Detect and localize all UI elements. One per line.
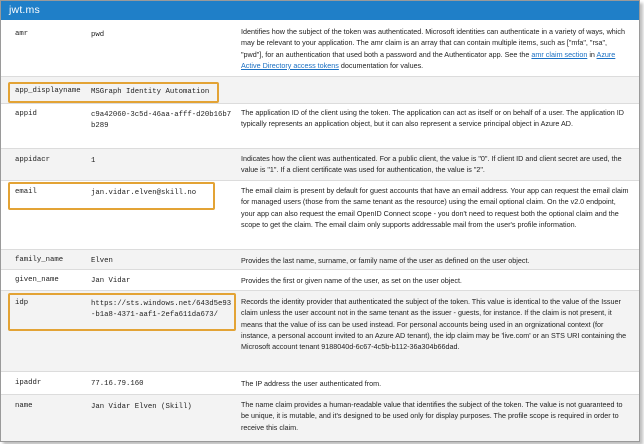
claim-value: 1 (91, 157, 96, 165)
amr-claim-section-link[interactable]: amr claim section (531, 50, 587, 59)
brand-logo-text[interactable]: jwt.ms (9, 4, 40, 16)
claim-value: https://sts.windows.net/643d5e93-b1a8-43… (91, 300, 232, 320)
claim-name: family_name (15, 256, 64, 264)
claim-description: The email claim is present by default fo… (241, 186, 629, 229)
claim-value: jan.vidar.elven@skill.no (91, 189, 197, 197)
claim-name: name (15, 402, 33, 410)
claim-row-idp: idp https://sts.windows.net/643d5e93-b1a… (1, 291, 639, 372)
claim-description: Indicates how the client was authenticat… (241, 154, 622, 175)
claim-row-ipaddr: ipaddr 77.16.79.160 The IP address the u… (1, 372, 639, 395)
jwt-decoder-window: jwt.ms amr pwd Identifies how the subjec… (0, 0, 640, 442)
claim-name: email (15, 188, 37, 196)
claim-description: Identifies how the subject of the token … (241, 26, 629, 71)
claim-description: The name claim provides a human-readable… (241, 400, 623, 432)
claim-name: given_name (15, 276, 59, 284)
claim-description: Provides the last name, surname, or fami… (241, 256, 530, 265)
claim-description: The application ID of the client using t… (241, 108, 624, 129)
claim-name: appid (15, 110, 37, 118)
claim-value: MSGraph Identity Automation (91, 88, 210, 96)
desc-text: in (587, 49, 597, 59)
claim-row-amr: amr pwd Identifies how the subject of th… (1, 20, 639, 77)
claim-description: Provides the first or given name of the … (241, 276, 462, 285)
desc-text: documentation for values. (338, 60, 424, 70)
claim-name: appidacr (15, 156, 51, 164)
claim-value: 77.16.79.160 (91, 380, 144, 388)
claim-row-app-displayname: app_displayname MSGraph Identity Automat… (1, 77, 639, 104)
claim-description: Records the identity provider that authe… (241, 297, 627, 352)
claim-row-given-name: given_name Jan Vidar Provides the first … (1, 270, 639, 291)
claim-name: app_displayname (15, 87, 81, 95)
claim-row-appidacr: appidacr 1 Indicates how the client was … (1, 149, 639, 181)
claim-name: idp (15, 299, 29, 307)
claim-row-email: email jan.vidar.elven@skill.no The email… (1, 181, 639, 250)
top-navbar: jwt.ms (1, 1, 639, 20)
claim-value: pwd (91, 31, 105, 39)
claim-value: Elven (91, 257, 113, 265)
claim-row-appid: appid c9a42060-3c5d-46aa-afff-d20b16b7b2… (1, 104, 639, 149)
claim-value: Jan Vidar Elven (Skill) (91, 403, 192, 411)
claim-row-name: name Jan Vidar Elven (Skill) The name cl… (1, 395, 639, 441)
claim-name: ipaddr (15, 379, 42, 387)
claim-description: The IP address the user authenticated fr… (241, 379, 382, 388)
claim-value: Jan Vidar (91, 277, 131, 285)
claim-row-family-name: family_name Elven Provides the last name… (1, 250, 639, 270)
claim-name: amr (15, 30, 29, 38)
claim-value: c9a42060-3c5d-46aa-afff-d20b16b7b289 (91, 111, 232, 131)
